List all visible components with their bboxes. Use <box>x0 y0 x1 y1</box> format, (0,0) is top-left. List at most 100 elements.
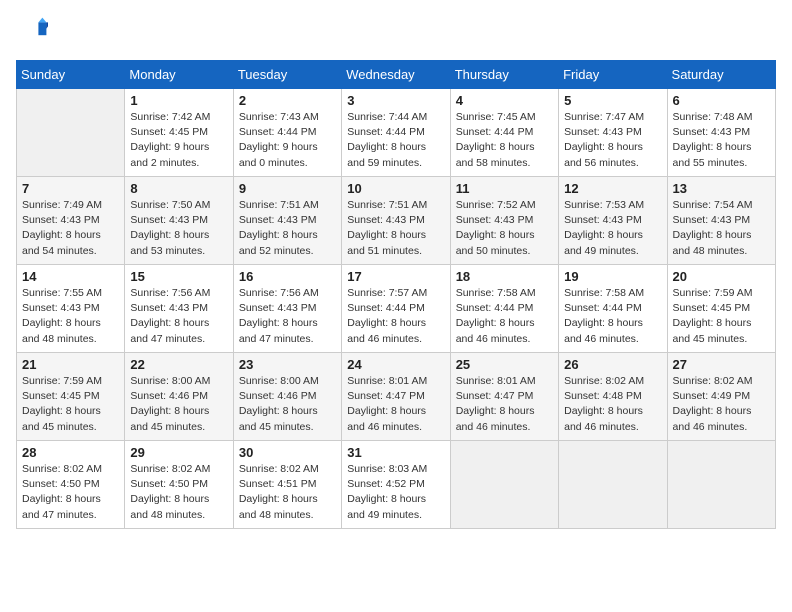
cell-info: Sunrise: 7:47 AMSunset: 4:43 PMDaylight:… <box>564 110 661 171</box>
day-header-thursday: Thursday <box>450 61 558 89</box>
calendar-cell: 15 Sunrise: 7:56 AMSunset: 4:43 PMDayligh… <box>125 265 233 353</box>
calendar-cell: 21 Sunrise: 7:59 AMSunset: 4:45 PMDayligh… <box>17 353 125 441</box>
logo <box>16 16 52 48</box>
day-number: 1 <box>130 93 227 108</box>
calendar-cell: 12 Sunrise: 7:53 AMSunset: 4:43 PMDayligh… <box>559 177 667 265</box>
calendar-cell: 2 Sunrise: 7:43 AMSunset: 4:44 PMDaylight… <box>233 89 341 177</box>
calendar-week-4: 21 Sunrise: 7:59 AMSunset: 4:45 PMDayligh… <box>17 353 776 441</box>
calendar-cell: 10 Sunrise: 7:51 AMSunset: 4:43 PMDayligh… <box>342 177 450 265</box>
calendar-cell: 18 Sunrise: 7:58 AMSunset: 4:44 PMDayligh… <box>450 265 558 353</box>
calendar-cell: 31 Sunrise: 8:03 AMSunset: 4:52 PMDayligh… <box>342 441 450 529</box>
cell-info: Sunrise: 8:00 AMSunset: 4:46 PMDaylight:… <box>130 374 227 435</box>
calendar-week-1: 1 Sunrise: 7:42 AMSunset: 4:45 PMDaylight… <box>17 89 776 177</box>
day-number: 24 <box>347 357 444 372</box>
day-number: 4 <box>456 93 553 108</box>
cell-info: Sunrise: 7:52 AMSunset: 4:43 PMDaylight:… <box>456 198 553 259</box>
calendar-cell: 19 Sunrise: 7:58 AMSunset: 4:44 PMDayligh… <box>559 265 667 353</box>
cell-info: Sunrise: 7:50 AMSunset: 4:43 PMDaylight:… <box>130 198 227 259</box>
cell-info: Sunrise: 8:02 AMSunset: 4:48 PMDaylight:… <box>564 374 661 435</box>
day-number: 2 <box>239 93 336 108</box>
day-number: 27 <box>673 357 770 372</box>
calendar-cell: 23 Sunrise: 8:00 AMSunset: 4:46 PMDayligh… <box>233 353 341 441</box>
cell-info: Sunrise: 7:48 AMSunset: 4:43 PMDaylight:… <box>673 110 770 171</box>
calendar-cell: 26 Sunrise: 8:02 AMSunset: 4:48 PMDayligh… <box>559 353 667 441</box>
calendar-cell: 11 Sunrise: 7:52 AMSunset: 4:43 PMDayligh… <box>450 177 558 265</box>
calendar-cell: 24Sunrise: 8:01 AMSunset: 4:47 PMDayligh… <box>342 353 450 441</box>
day-number: 10 <box>347 181 444 196</box>
day-header-tuesday: Tuesday <box>233 61 341 89</box>
calendar-cell <box>667 441 775 529</box>
day-number: 28 <box>22 445 119 460</box>
cell-info: Sunrise: 7:59 AMSunset: 4:45 PMDaylight:… <box>22 374 119 435</box>
day-number: 29 <box>130 445 227 460</box>
cell-info: Sunrise: 7:51 AMSunset: 4:43 PMDaylight:… <box>239 198 336 259</box>
cell-info: Sunrise: 8:02 AMSunset: 4:49 PMDaylight:… <box>673 374 770 435</box>
day-number: 20 <box>673 269 770 284</box>
calendar-cell: 4 Sunrise: 7:45 AMSunset: 4:44 PMDaylight… <box>450 89 558 177</box>
calendar-cell: 25 Sunrise: 8:01 AMSunset: 4:47 PMDayligh… <box>450 353 558 441</box>
day-number: 25 <box>456 357 553 372</box>
cell-info: Sunrise: 7:45 AMSunset: 4:44 PMDaylight:… <box>456 110 553 171</box>
day-number: 23 <box>239 357 336 372</box>
day-number: 26 <box>564 357 661 372</box>
cell-info: Sunrise: 7:58 AMSunset: 4:44 PMDaylight:… <box>564 286 661 347</box>
calendar-week-2: 7 Sunrise: 7:49 AMSunset: 4:43 PMDaylight… <box>17 177 776 265</box>
cell-info: Sunrise: 7:56 AMSunset: 4:43 PMDaylight:… <box>130 286 227 347</box>
day-number: 31 <box>347 445 444 460</box>
calendar-cell: 27 Sunrise: 8:02 AMSunset: 4:49 PMDayligh… <box>667 353 775 441</box>
cell-info: Sunrise: 8:02 AMSunset: 4:51 PMDaylight:… <box>239 462 336 523</box>
cell-info: Sunrise: 7:53 AMSunset: 4:43 PMDaylight:… <box>564 198 661 259</box>
calendar-cell: 29 Sunrise: 8:02 AMSunset: 4:50 PMDayligh… <box>125 441 233 529</box>
calendar-cell: 3Sunrise: 7:44 AMSunset: 4:44 PMDaylight… <box>342 89 450 177</box>
day-number: 9 <box>239 181 336 196</box>
calendar-cell: 16 Sunrise: 7:56 AMSunset: 4:43 PMDayligh… <box>233 265 341 353</box>
day-number: 7 <box>22 181 119 196</box>
day-number: 16 <box>239 269 336 284</box>
cell-info: Sunrise: 8:03 AMSunset: 4:52 PMDaylight:… <box>347 462 444 523</box>
calendar-cell: 7 Sunrise: 7:49 AMSunset: 4:43 PMDaylight… <box>17 177 125 265</box>
day-number: 6 <box>673 93 770 108</box>
cell-info: Sunrise: 7:56 AMSunset: 4:43 PMDaylight:… <box>239 286 336 347</box>
day-number: 14 <box>22 269 119 284</box>
day-number: 30 <box>239 445 336 460</box>
calendar-cell: 5 Sunrise: 7:47 AMSunset: 4:43 PMDaylight… <box>559 89 667 177</box>
cell-info: Sunrise: 7:59 AMSunset: 4:45 PMDaylight:… <box>673 286 770 347</box>
day-number: 22 <box>130 357 227 372</box>
logo-icon <box>16 16 48 48</box>
day-number: 13 <box>673 181 770 196</box>
cell-info: Sunrise: 8:01 AMSunset: 4:47 PMDaylight:… <box>456 374 553 435</box>
day-number: 5 <box>564 93 661 108</box>
cell-info: Sunrise: 7:43 AMSunset: 4:44 PMDaylight:… <box>239 110 336 171</box>
cell-info: Sunrise: 7:55 AMSunset: 4:43 PMDaylight:… <box>22 286 119 347</box>
calendar-header-row: SundayMondayTuesdayWednesdayThursdayFrid… <box>17 61 776 89</box>
page-header <box>16 16 776 48</box>
cell-info: Sunrise: 8:02 AMSunset: 4:50 PMDaylight:… <box>130 462 227 523</box>
calendar-week-3: 14 Sunrise: 7:55 AMSunset: 4:43 PMDayligh… <box>17 265 776 353</box>
day-number: 11 <box>456 181 553 196</box>
day-header-sunday: Sunday <box>17 61 125 89</box>
cell-info: Sunrise: 7:49 AMSunset: 4:43 PMDaylight:… <box>22 198 119 259</box>
day-number: 18 <box>456 269 553 284</box>
day-number: 19 <box>564 269 661 284</box>
day-header-saturday: Saturday <box>667 61 775 89</box>
day-number: 21 <box>22 357 119 372</box>
day-number: 8 <box>130 181 227 196</box>
day-header-wednesday: Wednesday <box>342 61 450 89</box>
cell-info: Sunrise: 7:42 AMSunset: 4:45 PMDaylight:… <box>130 110 227 171</box>
day-number: 15 <box>130 269 227 284</box>
day-number: 3 <box>347 93 444 108</box>
day-header-friday: Friday <box>559 61 667 89</box>
calendar-cell: 22 Sunrise: 8:00 AMSunset: 4:46 PMDayligh… <box>125 353 233 441</box>
calendar-cell: 28Sunrise: 8:02 AMSunset: 4:50 PMDayligh… <box>17 441 125 529</box>
day-number: 12 <box>564 181 661 196</box>
cell-info: Sunrise: 7:58 AMSunset: 4:44 PMDaylight:… <box>456 286 553 347</box>
calendar-cell: 17 Sunrise: 7:57 AMSunset: 4:44 PMDayligh… <box>342 265 450 353</box>
calendar-cell <box>17 89 125 177</box>
cell-info: Sunrise: 7:54 AMSunset: 4:43 PMDaylight:… <box>673 198 770 259</box>
cell-info: Sunrise: 8:00 AMSunset: 4:46 PMDaylight:… <box>239 374 336 435</box>
calendar-cell: 20 Sunrise: 7:59 AMSunset: 4:45 PMDayligh… <box>667 265 775 353</box>
day-header-monday: Monday <box>125 61 233 89</box>
cell-info: Sunrise: 7:57 AMSunset: 4:44 PMDaylight:… <box>347 286 444 347</box>
cell-info: Sunrise: 7:51 AMSunset: 4:43 PMDaylight:… <box>347 198 444 259</box>
day-number: 17 <box>347 269 444 284</box>
